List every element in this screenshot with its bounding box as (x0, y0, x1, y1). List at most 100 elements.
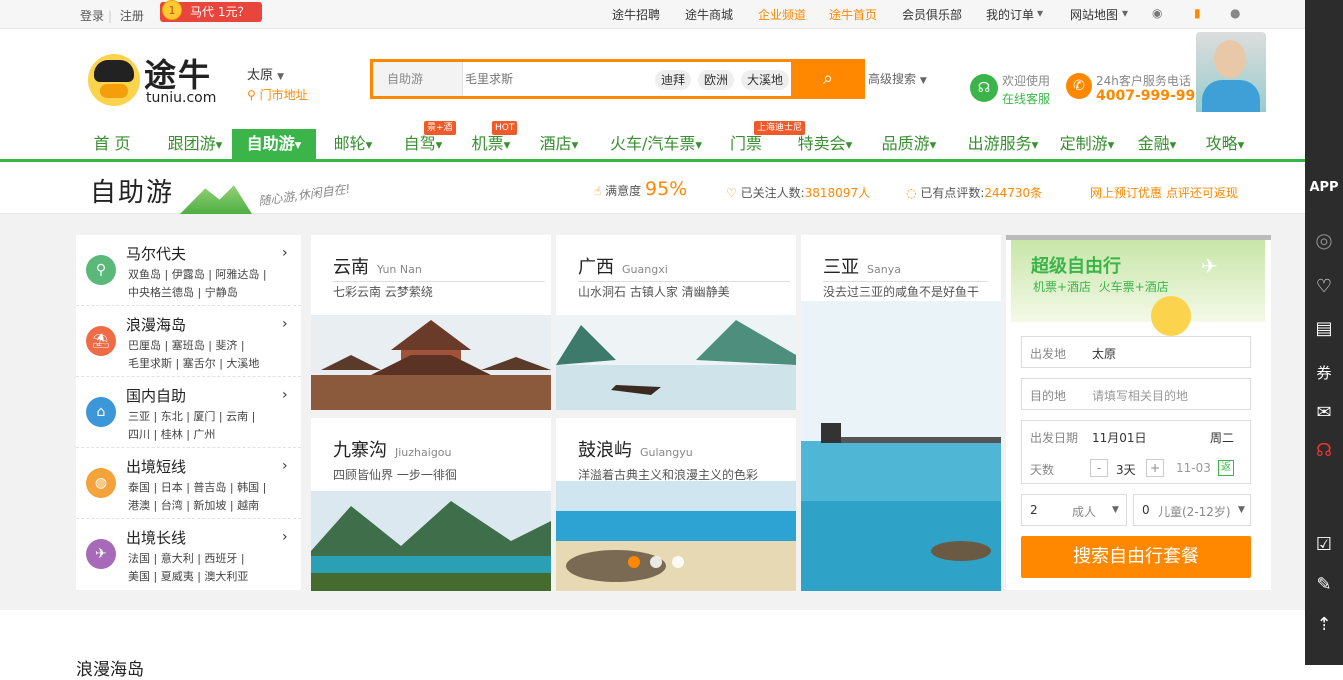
airplane-icon: ✈ (86, 539, 116, 569)
from-field[interactable]: 出发地 太原 (1021, 336, 1251, 368)
hot-tag[interactable]: 迪拜 (655, 70, 692, 90)
dest-group-title: 马尔代夫 (126, 245, 187, 263)
app-button[interactable]: APP (1305, 180, 1343, 195)
destination-field[interactable]: 目的地 请填写相关目的地 (1021, 378, 1251, 410)
dest-links[interactable]: 泰国 | 日本 | 普吉岛 | 韩国 | (128, 479, 266, 495)
dest-group-maldives[interactable]: ⚲ 马尔代夫 › 双鱼岛 | 伊露岛 | 阿雅达岛 | 中央格兰德岛 | 宁静岛 (76, 235, 301, 306)
dest-links[interactable]: 毛里求斯 | 塞舌尔 | 大溪地 (128, 355, 259, 371)
cow-logo-icon (88, 54, 140, 106)
link-sitemap[interactable]: 网站地图 (1070, 6, 1118, 23)
jiuzhaigou-lake-image (311, 491, 551, 591)
avatar-icon[interactable]: ◎ (1305, 228, 1343, 252)
panel-subtitle: 机票+酒店 火车票+酒店 (1033, 280, 1169, 294)
dest-group-long-haul[interactable]: ✈ 出境长线 › 法国 | 意大利 | 西班牙 | 美国 | 夏威夷 | 澳大利… (76, 519, 301, 590)
carousel-dot[interactable] (650, 556, 662, 568)
nav-cruise[interactable]: 邮轮▾ (326, 129, 380, 159)
heart-icon[interactable]: ♡ (1305, 276, 1343, 297)
promo-banner[interactable]: 1 马代 1元？ (160, 0, 262, 22)
card-guangxi[interactable]: 广西 Guangxi 山水洞石 古镇人家 清幽静美 (556, 235, 796, 410)
card-jiuzhaigou[interactable]: 九寨沟 Jiuzhaigou 四顾皆仙界 一步一徘徊 (311, 418, 551, 591)
chevron-down-icon: ▾ (1037, 6, 1044, 20)
days-minus-button[interactable]: - (1090, 459, 1108, 477)
dest-links[interactable]: 三亚 | 东北 | 厦门 | 云南 | (128, 408, 255, 424)
from-label: 出发地 (1030, 347, 1067, 361)
search-input[interactable] (465, 68, 655, 90)
dest-links[interactable]: 美国 | 夏威夷 | 澳大利亚 (128, 568, 248, 584)
link-club[interactable]: 会员俱乐部 (902, 6, 962, 23)
date-label: 出发日期 (1030, 431, 1079, 445)
search-category[interactable]: 自助游 (373, 62, 463, 96)
children-select[interactable]: 0 儿童(2-12岁) ▼ (1133, 494, 1251, 526)
dest-links[interactable]: 中央格兰德岛 | 宁静岛 (128, 284, 238, 300)
edit-icon[interactable]: ✎ (1305, 574, 1343, 595)
coupon-button[interactable]: 券 (1305, 362, 1343, 383)
nav-train-bus[interactable]: 火车/汽车票▾ (600, 129, 712, 159)
dest-links[interactable]: 港澳 | 台湾 | 新加坡 | 越南 (128, 497, 259, 513)
days-plus-button[interactable]: + (1146, 459, 1164, 477)
hot-tag[interactable]: 大溪地 (741, 70, 790, 90)
tuniu-logo[interactable]: 途牛 tuniu.com (88, 52, 218, 112)
nav-tag: 上海迪士尼 (754, 121, 806, 135)
search-package-button[interactable]: 搜索自由行套餐 (1021, 536, 1251, 578)
nav-label: 邮轮 (333, 134, 366, 153)
register-link[interactable]: 注册 (120, 9, 144, 23)
back-to-top-icon[interactable]: ⇡ (1305, 614, 1343, 635)
link-home[interactable]: 途牛首页 (829, 6, 877, 23)
from-value: 太原 (1092, 347, 1117, 361)
dest-links[interactable]: 双鱼岛 | 伊露岛 | 阿雅达岛 | (128, 266, 267, 282)
date-value: 11月01日 (1092, 431, 1147, 445)
nav-home[interactable]: 首 页 (82, 129, 142, 159)
advanced-search-link[interactable]: 高级搜索 ▼ (868, 70, 927, 87)
dest-group-short-haul[interactable]: ◍ 出境短线 › 泰国 | 日本 | 普吉岛 | 韩国 | 港澳 | 台湾 | … (76, 448, 301, 519)
document-icon[interactable]: ▤ (1305, 318, 1343, 339)
dest-links[interactable]: 法国 | 意大利 | 西班牙 | (128, 550, 245, 566)
nav-custom-tour[interactable]: 定制游▾ (1052, 129, 1122, 159)
nav-self-guided[interactable]: 自助游▾ (232, 129, 316, 159)
promo-link[interactable]: 网上预订优惠 点评还可返现 (1090, 184, 1238, 201)
nav-label: 自助游 (246, 134, 295, 153)
mobile-icon[interactable]: ▮ (1194, 6, 1201, 20)
chevron-down-icon: ▼ (1112, 505, 1119, 515)
card-yunnan[interactable]: 云南 Yun Nan 七彩云南 云梦萦绕 (311, 235, 551, 410)
chevron-right-icon: › (282, 316, 288, 332)
link-enterprise[interactable]: 企业频道 (758, 6, 806, 23)
search-button[interactable]: ⌕ (791, 59, 865, 99)
nav-hotels[interactable]: 酒店▾ (532, 129, 586, 159)
headset-icon[interactable]: ☊ (1305, 440, 1343, 461)
destination-list: ⚲ 马尔代夫 › 双鱼岛 | 伊露岛 | 阿雅达岛 | 中央格兰德岛 | 宁静岛… (76, 235, 301, 590)
city-selector[interactable]: 太原 ▼ (247, 64, 284, 83)
card-en: Jiuzhaigou (395, 446, 452, 459)
carousel-dot[interactable] (672, 556, 684, 568)
dest-links[interactable]: 巴厘岛 | 塞班岛 | 斐济 | (128, 337, 245, 353)
link-orders[interactable]: 我的订单 (986, 6, 1034, 23)
headset-icon: ☊ (970, 74, 998, 102)
adults-select[interactable]: 2 成人 ▼ (1021, 494, 1127, 526)
weibo-icon[interactable]: ◉ (1152, 6, 1162, 20)
card-sanya[interactable]: 三亚 Sanya 没去过三亚的咸鱼不是好鱼干 (801, 235, 1001, 591)
dest-links[interactable]: 四川 | 桂林 | 广州 (128, 426, 215, 442)
dest-group-islands[interactable]: ⛱ 浪漫海岛 › 巴厘岛 | 塞班岛 | 斐济 | 毛里求斯 | 塞舌尔 | 大… (76, 306, 301, 377)
nav-travel-services[interactable]: 出游服务▾ (960, 129, 1046, 159)
date-field[interactable]: 出发日期 11月01日 周二 天数 - 3天 + 11-03 返 (1021, 420, 1251, 484)
nav-guides[interactable]: 攻略▾ (1198, 129, 1252, 159)
link-mall[interactable]: 途牛商城 (685, 6, 733, 23)
card-desc: 四顾皆仙界 一步一徘徊 (333, 468, 457, 482)
dest-group-domestic[interactable]: ⌂ 国内自助 › 三亚 | 东北 | 厦门 | 云南 | 四川 | 桂林 | 广… (76, 377, 301, 448)
store-address-link[interactable]: ⚲ 门市地址 (247, 86, 308, 103)
carousel-dot-active[interactable] (628, 556, 640, 568)
nav-group-tour[interactable]: 跟团游▾ (160, 129, 230, 159)
account-links: 登录 | 注册 (80, 9, 144, 23)
link-jobs[interactable]: 途牛招聘 (612, 6, 660, 23)
card-title: 鼓浪屿 (578, 440, 632, 461)
nav-finance[interactable]: 金融▾ (1130, 129, 1184, 159)
wechat-icon[interactable]: ● (1230, 6, 1240, 20)
dest-group-title: 出境短线 (126, 458, 187, 476)
checklist-icon[interactable]: ☑ (1305, 534, 1343, 555)
coin-icon: 1 (162, 0, 182, 20)
mail-icon[interactable]: ✉ (1305, 402, 1343, 423)
chevron-right-icon: › (282, 387, 288, 403)
hot-tag[interactable]: 欧洲 (698, 70, 735, 90)
spokesperson-avatar (1196, 32, 1266, 112)
nav-quality-tour[interactable]: 品质游▾ (874, 129, 944, 159)
login-link[interactable]: 登录 (80, 9, 104, 23)
